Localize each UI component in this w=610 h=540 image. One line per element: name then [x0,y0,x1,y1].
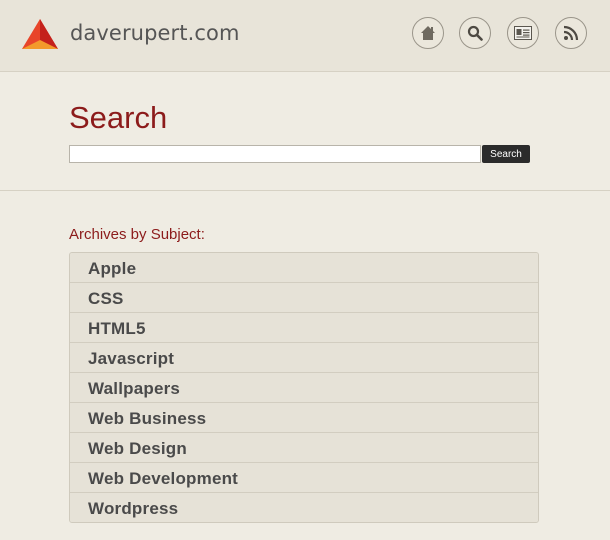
site-logo[interactable] [21,18,59,50]
contact-card-icon [514,26,532,40]
search-button[interactable]: Search [482,145,530,163]
nav-home-button[interactable] [412,17,444,49]
archive-item-web-development[interactable]: Web Development [70,463,538,493]
nav-rss-button[interactable] [555,17,587,49]
rss-icon [563,25,579,41]
archive-item-css[interactable]: CSS [70,283,538,313]
archive-item-html5[interactable]: HTML5 [70,313,538,343]
home-icon [421,26,435,40]
search-input[interactable] [69,145,481,163]
archives-heading: Archives by Subject: [69,226,205,243]
archive-item-wallpapers[interactable]: Wallpapers [70,373,538,403]
archive-item-web-design[interactable]: Web Design [70,433,538,463]
archive-item-javascript[interactable]: Javascript [70,343,538,373]
page-title: Search [69,100,168,135]
nav-search-button[interactable] [459,17,491,49]
archive-item-wordpress[interactable]: Wordpress [70,493,538,522]
archive-item-label: Web Design [88,439,187,458]
archive-list: Apple CSS HTML5 Javascript Wallpapers We… [69,252,539,523]
site-name[interactable]: daverupert.com [70,21,240,45]
archive-item-label: HTML5 [88,319,146,338]
archive-item-label: Web Business [88,409,207,428]
nav-contact-button[interactable] [507,17,539,49]
search-icon [467,25,483,41]
archive-item-label: Web Development [88,469,239,488]
archive-item-apple[interactable]: Apple [70,253,538,283]
archive-item-label: CSS [88,289,124,308]
archive-item-label: Wallpapers [88,379,181,398]
archive-item-label: Apple [88,259,137,278]
site-header: daverupert.com [0,0,610,72]
archive-item-web-business[interactable]: Web Business [70,403,538,433]
search-section: Search Search [0,72,610,191]
archive-item-label: Javascript [88,349,175,368]
archive-item-label: Wordpress [88,499,179,518]
